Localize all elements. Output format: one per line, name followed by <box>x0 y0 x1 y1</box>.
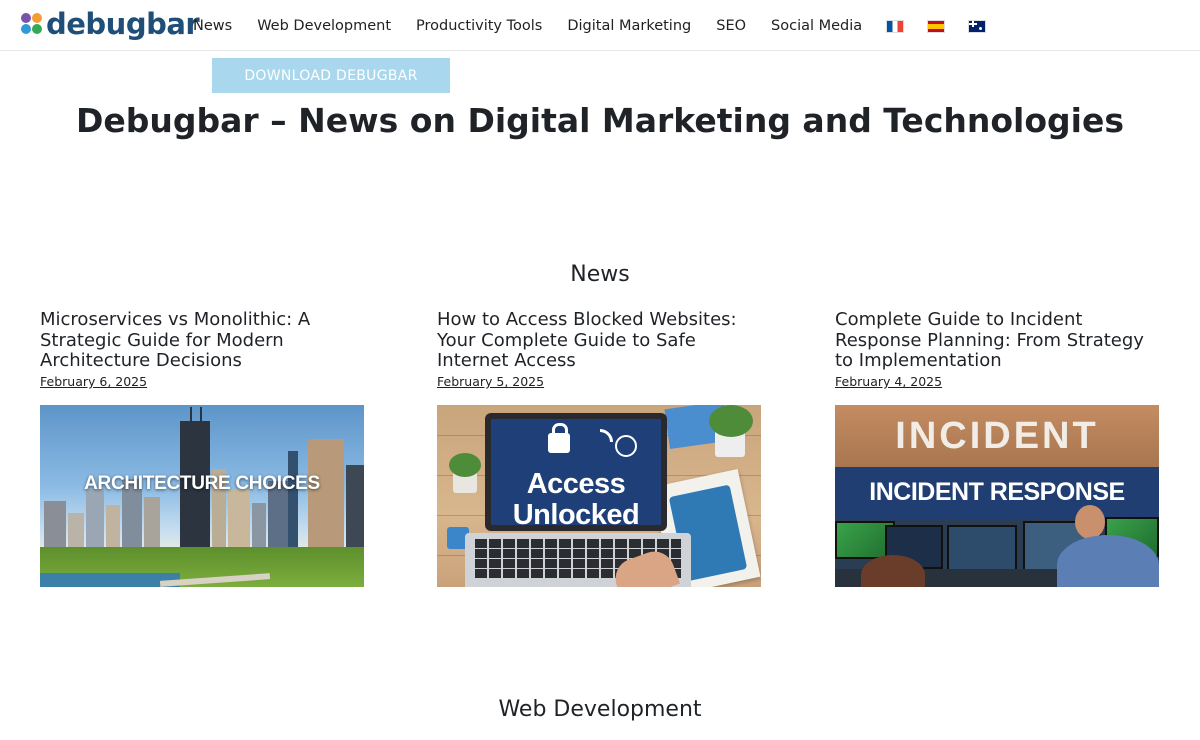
article-title[interactable]: Complete Guide to Incident Response Plan… <box>835 310 1161 371</box>
page-title: Debugbar – News on Digital Marketing and… <box>76 101 1124 140</box>
thumbnail-caption: ARCHITECTURE CHOICES <box>84 473 320 494</box>
article-thumbnail[interactable]: ARCHITECTURE CHOICES <box>40 405 364 587</box>
nav-item-productivity-tools[interactable]: Productivity Tools <box>416 15 542 37</box>
article-title[interactable]: How to Access Blocked Websites: Your Com… <box>437 310 763 371</box>
nav-item-web-development[interactable]: Web Development <box>257 15 391 37</box>
wifi-icon <box>581 423 619 461</box>
flag-es-icon[interactable] <box>928 20 945 32</box>
article-card: How to Access Blocked Websites: Your Com… <box>437 310 763 587</box>
article-date[interactable]: February 6, 2025 <box>40 374 147 390</box>
nav-item-news[interactable]: News <box>193 15 232 37</box>
nav-item-social-media[interactable]: Social Media <box>771 15 862 37</box>
site-logo[interactable]: debugbar <box>20 6 200 42</box>
thumbnail-caption: Access Unlocked <box>512 468 640 531</box>
logo-icon <box>20 12 44 36</box>
article-date[interactable]: February 4, 2025 <box>835 374 942 390</box>
flag-au-icon[interactable] <box>969 20 986 32</box>
main-nav: News Web Development Productivity Tools … <box>193 15 1010 37</box>
nav-item-digital-marketing[interactable]: Digital Marketing <box>567 15 691 37</box>
lock-icon <box>548 423 570 453</box>
article-thumbnail[interactable]: Access Unlocked <box>437 405 761 587</box>
section-heading-web-development: Web Development <box>498 697 702 722</box>
article-thumbnail[interactable]: INCIDENT INCIDENT RESPONSE <box>835 405 1159 587</box>
article-card: Complete Guide to Incident Response Plan… <box>835 310 1161 587</box>
thumbnail-wall-text: INCIDENT <box>895 415 1099 457</box>
article-date[interactable]: February 5, 2025 <box>437 374 544 390</box>
article-card: Microservices vs Monolithic: A Strategic… <box>40 310 366 587</box>
site-header: debugbar News Web Development Productivi… <box>0 0 1200 51</box>
nav-item-seo[interactable]: SEO <box>716 15 746 37</box>
article-title[interactable]: Microservices vs Monolithic: A Strategic… <box>40 310 366 371</box>
section-heading-news: News <box>570 262 630 287</box>
globe-icon <box>615 435 637 457</box>
logo-text: debugbar <box>46 7 200 41</box>
thumbnail-caption: INCIDENT RESPONSE <box>869 478 1125 506</box>
download-debugbar-button[interactable]: DOWNLOAD DEBUGBAR <box>212 58 450 93</box>
flag-fr-icon[interactable] <box>887 20 904 32</box>
